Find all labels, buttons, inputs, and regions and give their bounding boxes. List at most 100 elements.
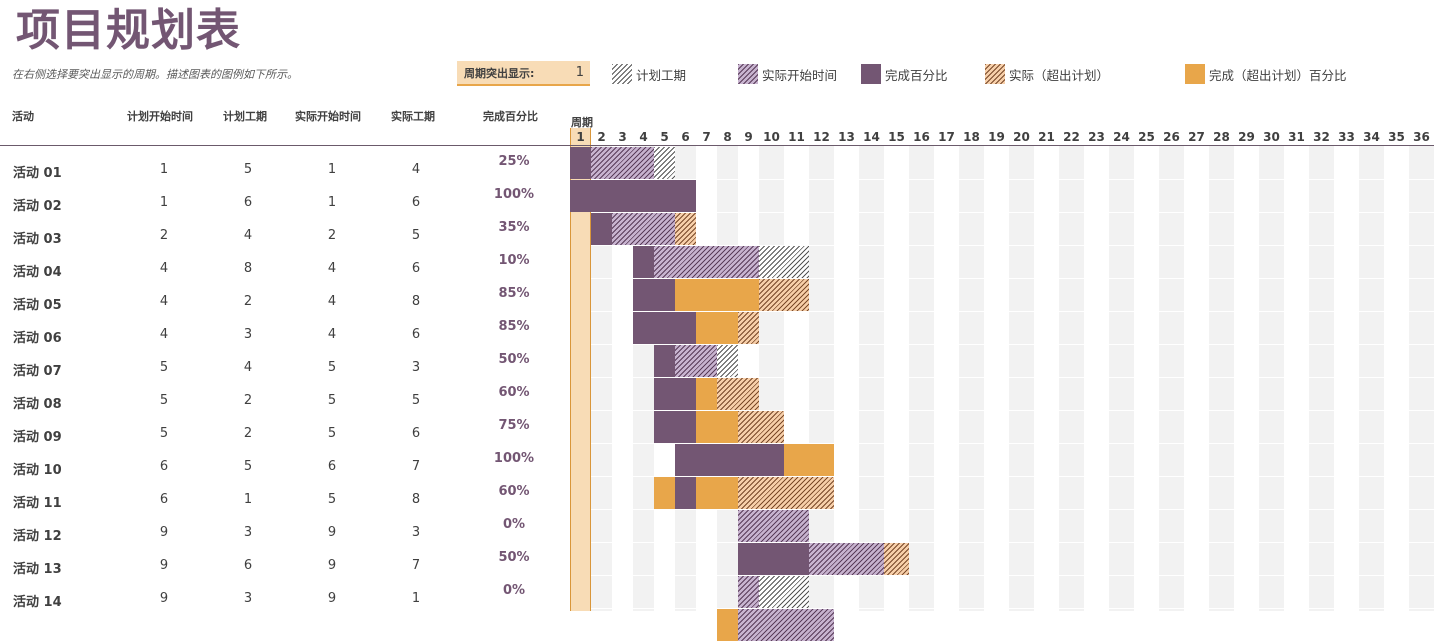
gantt-bar-dark [570,147,591,179]
period-number: 36 [1413,130,1430,144]
gantt-bar-ohatch [738,411,784,443]
gantt-bar-khatch [717,345,738,377]
gantt-bar-dark [654,411,696,443]
gantt-bar-dark [654,345,675,377]
actual-duration-cell: 1 [411,591,421,606]
activity-name: 活动 04 [13,265,62,280]
header-plan-start: 计划开始时间 [127,110,193,123]
period-number: 11 [788,130,805,144]
gantt-bar-phatch [612,213,675,245]
period-number: 20 [1013,130,1030,144]
percent-complete-cell: 50% [498,352,530,367]
plan-duration-cell: 2 [243,393,253,408]
actual-duration-cell: 4 [411,162,421,177]
actual-start-cell: 5 [327,492,337,507]
period-number: 3 [618,130,627,144]
period-number: 35 [1388,130,1405,144]
activity-name: 活动 03 [13,232,62,247]
plan-duration-cell: 3 [243,327,253,342]
gantt-bar-phatch [654,246,759,278]
period-number: 6 [681,130,690,144]
actual-hatch-swatch-icon [738,64,758,84]
complete-swatch-icon [861,64,881,84]
percent-complete-cell: 85% [498,286,530,301]
gantt-bar-dark [738,543,809,575]
actual-start-cell: 9 [327,558,337,573]
period-number: 22 [1063,130,1080,144]
header-activity: 活动 [12,110,34,123]
gantt-bar-khatch [654,147,675,179]
gantt-bar-orange [696,378,717,410]
gantt-bar-dark [633,279,675,311]
activity-name: 活动 06 [13,331,62,346]
gantt-bar-orange [717,609,738,641]
period-number: 32 [1313,130,1330,144]
gantt-bar-orange [696,312,738,344]
actual-duration-cell: 3 [411,525,421,540]
legend-planned: 计划工期 [612,64,686,84]
legend-actual-start: 实际开始时间 [738,64,837,84]
period-highlight-value[interactable]: 1 [576,65,584,80]
gantt-bar-dark [591,213,612,245]
actual-start-cell: 2 [327,228,337,243]
plan-duration-cell: 3 [243,591,253,606]
gantt-bar-phatch [738,609,834,641]
period-highlight-label: 周期突出显示: [464,66,535,80]
percent-complete-cell: 10% [498,253,530,268]
header-plan-duration: 计划工期 [223,110,267,123]
period-number: 27 [1188,130,1205,144]
row-separator [591,179,1434,180]
activity-name: 活动 10 [13,463,62,478]
actual-duration-cell: 3 [411,360,421,375]
period-highlight-field[interactable]: 周期突出显示: 1 [457,61,590,86]
percent-complete-cell: 60% [498,484,530,499]
actual-start-cell: 5 [327,393,337,408]
plan-start-cell: 6 [159,492,169,507]
period-number: 17 [938,130,955,144]
actual-start-cell: 4 [327,294,337,309]
actual-start-cell: 9 [327,591,337,606]
period-label: 周期 [571,116,593,129]
header-actual-start: 实际开始时间 [295,110,361,123]
gantt-bar-ohatch [738,312,759,344]
percent-complete-cell: 85% [498,319,530,334]
gantt-bar-ohatch [738,477,834,509]
period-number: 29 [1238,130,1255,144]
activity-name: 活动 12 [13,529,62,544]
period-number: 14 [863,130,880,144]
actual-duration-cell: 8 [411,492,421,507]
plan-duration-cell: 8 [243,261,253,276]
period-number: 25 [1138,130,1155,144]
header-actual-duration: 实际工期 [391,110,435,123]
activity-name: 活动 08 [13,397,62,412]
plan-start-cell: 5 [159,360,169,375]
gantt-bar-dark [675,477,696,509]
plan-start-cell: 9 [159,558,169,573]
actual-start-cell: 1 [327,195,337,210]
gantt-bar-phatch [738,576,759,608]
percent-complete-cell: 75% [498,418,530,433]
complete-over-swatch-icon [1185,64,1205,84]
row-separator [591,509,1434,510]
plan-duration-cell: 5 [243,162,253,177]
actual-duration-cell: 7 [411,558,421,573]
gantt-bar-phatch [675,345,717,377]
row-separator [591,575,1434,576]
percent-complete-cell: 50% [498,550,530,565]
actual-duration-cell: 6 [411,261,421,276]
plan-duration-cell: 1 [243,492,253,507]
activity-name: 活动 13 [13,562,62,577]
header-divider [0,145,1434,146]
gantt-bar-phatch [591,147,654,179]
plan-duration-cell: 4 [243,360,253,375]
gantt-bar-dark [633,312,696,344]
period-number: 8 [723,130,732,144]
gantt-bar-dark [675,444,784,476]
period-number: 34 [1363,130,1380,144]
period-number: 12 [813,130,830,144]
gantt-bar-ohatch [884,543,909,575]
period-number: 23 [1088,130,1105,144]
gantt-bar-ohatch [759,279,809,311]
legend-actual-over: 实际（超出计划） [985,64,1109,84]
activity-name: 活动 07 [13,364,62,379]
